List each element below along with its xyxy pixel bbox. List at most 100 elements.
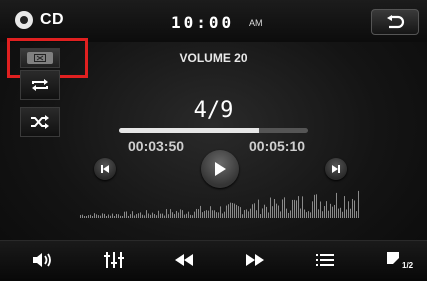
waveform-bar: [282, 199, 283, 218]
waveform-bar: [240, 207, 241, 218]
waveform-bar: [298, 196, 299, 218]
track-list-button[interactable]: [300, 245, 350, 275]
waveform-bar: [344, 196, 345, 218]
waveform-bar: [180, 209, 181, 218]
list-icon: [316, 254, 334, 266]
play-icon: [215, 162, 226, 176]
progress-bar[interactable]: [119, 128, 308, 133]
previous-track-button[interactable]: [94, 158, 116, 180]
waveform-bar: [104, 213, 105, 218]
waveform-bar: [162, 213, 163, 218]
waveform-bar: [126, 211, 127, 218]
speaker-icon: [33, 253, 51, 267]
audio-waveform: [80, 190, 359, 218]
skip-next-icon: [332, 165, 340, 173]
waveform-bar: [328, 210, 329, 218]
waveform-bar: [142, 214, 143, 218]
rewind-icon: [175, 254, 193, 266]
waveform-bar: [88, 215, 89, 218]
waveform-bar: [320, 201, 321, 218]
waveform-bar: [324, 206, 325, 218]
waveform-bar: [262, 208, 263, 218]
waveform-bar: [86, 215, 87, 218]
waveform-bar: [268, 212, 269, 218]
waveform-bar: [326, 201, 327, 218]
waveform-bar: [292, 199, 293, 218]
play-button[interactable]: [201, 150, 239, 188]
fast-forward-button[interactable]: [230, 245, 280, 275]
waveform-bar: [194, 211, 195, 218]
waveform-bar: [168, 214, 169, 218]
waveform-bar: [170, 209, 171, 218]
waveform-bar: [196, 208, 197, 218]
waveform-bar: [158, 210, 159, 218]
waveform-bar: [80, 214, 81, 218]
waveform-bar: [294, 199, 295, 218]
waveform-bar: [98, 215, 99, 218]
waveform-bar: [306, 212, 307, 218]
waveform-bar: [176, 210, 177, 218]
waveform-bar: [112, 213, 113, 218]
waveform-bar: [258, 199, 259, 218]
repeat-button[interactable]: [20, 70, 60, 100]
waveform-bar: [174, 214, 175, 218]
waveform-bar: [342, 211, 343, 218]
waveform-bar: [256, 210, 257, 218]
waveform-bar: [230, 202, 231, 218]
waveform-bar: [226, 205, 227, 218]
waveform-bar: [190, 214, 191, 218]
waveform-bar: [340, 207, 341, 218]
next-track-button[interactable]: [325, 158, 347, 180]
waveform-bar: [254, 203, 255, 218]
waveform-bar: [224, 211, 225, 218]
total-time: 00:05:10: [249, 138, 306, 154]
waveform-bar: [184, 214, 185, 218]
waveform-bar: [278, 205, 279, 218]
waveform-bar: [334, 204, 335, 218]
waveform-bar: [188, 211, 189, 218]
waveform-bar: [300, 208, 301, 218]
waveform-bar: [178, 212, 179, 218]
waveform-bar: [312, 201, 313, 218]
waveform-bar: [322, 211, 323, 218]
clock-ampm: AM: [249, 18, 263, 28]
waveform-bar: [270, 197, 271, 218]
waveform-bar: [90, 214, 91, 218]
waveform-bar: [236, 204, 237, 218]
waveform-bar: [244, 210, 245, 218]
rewind-button[interactable]: [159, 245, 209, 275]
equalizer-icon: [104, 252, 124, 268]
waveform-bar: [150, 214, 151, 218]
waveform-bar: [330, 203, 331, 218]
back-button[interactable]: [371, 9, 419, 35]
waveform-bar: [218, 212, 219, 218]
waveform-bar: [172, 212, 173, 218]
waveform-bar: [356, 211, 357, 218]
waveform-bar: [82, 214, 83, 218]
waveform-bar: [84, 216, 85, 218]
waveform-bar: [138, 213, 139, 218]
waveform-bar: [290, 210, 291, 218]
waveform-bar: [316, 194, 317, 218]
cd-disc-icon: [15, 11, 33, 29]
waveform-bar: [202, 212, 203, 218]
equalizer-button[interactable]: [89, 245, 139, 275]
waveform-bar: [354, 200, 355, 218]
waveform-bar: [116, 213, 117, 218]
waveform-bar: [152, 212, 153, 218]
waveform-bar: [132, 211, 133, 218]
waveform-bar: [332, 206, 333, 218]
waveform-bar: [146, 210, 147, 218]
waveform-bar: [280, 211, 281, 218]
waveform-bar: [308, 211, 309, 218]
volume-button[interactable]: [18, 245, 68, 275]
waveform-bar: [136, 214, 137, 218]
waveform-bar: [352, 198, 353, 218]
waveform-bar: [296, 200, 297, 218]
waveform-bar: [346, 209, 347, 218]
waveform-bar: [336, 192, 337, 218]
waveform-bar: [276, 203, 277, 218]
waveform-bar: [212, 210, 213, 218]
waveform-bar: [248, 211, 249, 218]
page-toggle-button[interactable]: 1/2: [370, 245, 420, 275]
